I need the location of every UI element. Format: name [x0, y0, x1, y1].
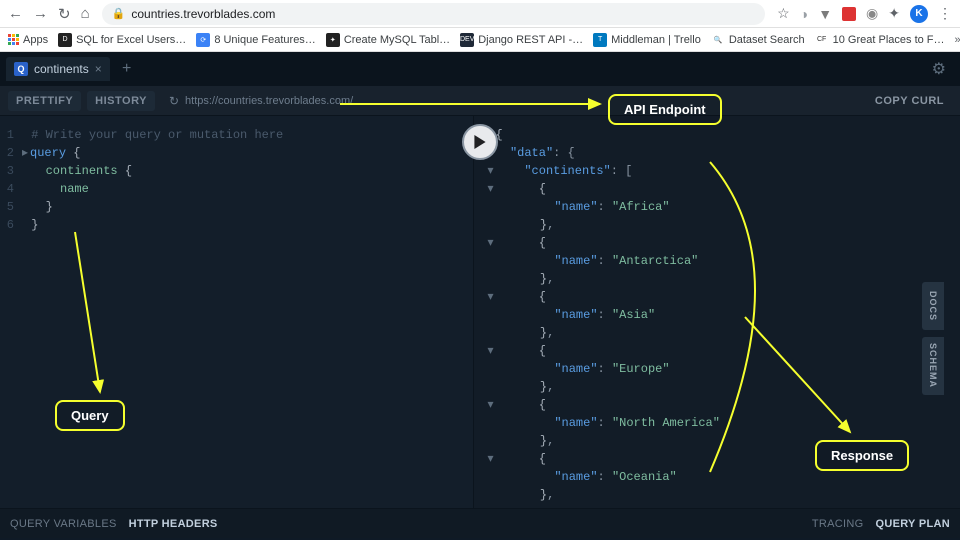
ext-icon-2[interactable]: ▼ — [818, 6, 832, 22]
response-viewer[interactable]: ▾{▾ "data": {▾ "continents": [▾ { "name"… — [473, 116, 960, 508]
bookmark-item[interactable]: ⟳8 Unique Features… — [196, 33, 316, 47]
address-bar[interactable]: 🔒 countries.trevorblades.com — [102, 3, 766, 25]
nav-back-icon[interactable]: ← — [8, 5, 23, 23]
gear-icon[interactable]: ⚙ — [932, 59, 946, 79]
favicon: 🔍 — [711, 33, 725, 47]
bookmark-item[interactable]: DSQL for Excel Users… — [58, 33, 186, 47]
copy-curl-button[interactable]: COPY CURL — [867, 91, 952, 111]
menu-icon[interactable]: ⋮ — [938, 5, 952, 22]
favicon: CF — [815, 33, 829, 47]
bookmarks-overflow[interactable]: » — [955, 34, 960, 46]
browser-toolbar: ← → ↻ ⌂ 🔒 countries.trevorblades.com ☆ ◑… — [0, 0, 960, 28]
bookmark-item[interactable]: DEVDjango REST API -… — [460, 33, 583, 47]
favicon: T — [593, 33, 607, 47]
endpoint-url-text: https://countries.trevorblades.com/ — [185, 95, 353, 107]
favicon: DEV — [460, 33, 474, 47]
tab-continents[interactable]: Q continents × — [6, 57, 110, 81]
bookmark-item[interactable]: CF10 Great Places to F… — [815, 33, 945, 47]
execute-button[interactable] — [462, 124, 498, 160]
tab-bar: Q continents × + ⚙ — [0, 52, 960, 86]
url-text: countries.trevorblades.com — [131, 7, 275, 21]
bookmarks-bar: Apps DSQL for Excel Users… ⟳8 Unique Feat… — [0, 28, 960, 52]
prettify-button[interactable]: PRETTIFY — [8, 91, 81, 111]
ext-icon-4[interactable]: ◉ — [866, 5, 878, 22]
favicon: D — [58, 33, 72, 47]
extensions-icon[interactable]: ✦ — [888, 5, 900, 22]
query-variables-tab[interactable]: QUERY VARIABLES — [10, 518, 117, 530]
add-tab-button[interactable]: + — [116, 58, 138, 80]
reload-icon: ↻ — [169, 94, 179, 108]
apps-button[interactable]: Apps — [8, 34, 48, 46]
nav-home-icon[interactable]: ⌂ — [81, 5, 90, 23]
http-headers-tab[interactable]: HTTP HEADERS — [129, 518, 218, 530]
history-button[interactable]: HISTORY — [87, 91, 155, 111]
endpoint-url-field[interactable]: ↻ https://countries.trevorblades.com/ — [161, 94, 861, 108]
nav-reload-icon[interactable]: ↻ — [58, 5, 71, 23]
query-editor[interactable]: 1 # Write your query or mutation here2▸q… — [0, 116, 473, 508]
nav-forward-icon[interactable]: → — [33, 5, 48, 23]
bookmark-item[interactable]: 🔍Dataset Search — [711, 33, 805, 47]
query-plan-tab[interactable]: QUERY PLAN — [875, 518, 950, 530]
lock-icon: 🔒 — [112, 7, 126, 20]
tracing-tab[interactable]: TRACING — [812, 518, 864, 530]
favicon: ✦ — [326, 33, 340, 47]
query-type-icon: Q — [14, 62, 28, 76]
ext-icon-3[interactable] — [842, 7, 856, 21]
apps-grid-icon — [8, 34, 19, 45]
ext-icon-1[interactable]: ◑ — [800, 6, 808, 22]
favicon: ⟳ — [196, 33, 210, 47]
close-icon[interactable]: × — [95, 62, 102, 76]
star-icon[interactable]: ☆ — [777, 5, 790, 22]
bookmark-item[interactable]: TMiddleman | Trello — [593, 33, 701, 47]
bookmark-item[interactable]: ✦Create MySQL Tabl… — [326, 33, 450, 47]
playground-toolbar: PRETTIFY HISTORY ↻ https://countries.tre… — [0, 86, 960, 116]
schema-rail[interactable]: SCHEMA — [922, 337, 944, 395]
footer-tabs: QUERY VARIABLES HTTP HEADERS TRACING QUE… — [0, 508, 960, 538]
tab-label: continents — [34, 62, 89, 76]
profile-avatar[interactable]: K — [910, 5, 928, 23]
docs-rail[interactable]: DOCS — [922, 282, 944, 330]
graphql-playground: Q continents × + ⚙ PRETTIFY HISTORY ↻ ht… — [0, 52, 960, 540]
